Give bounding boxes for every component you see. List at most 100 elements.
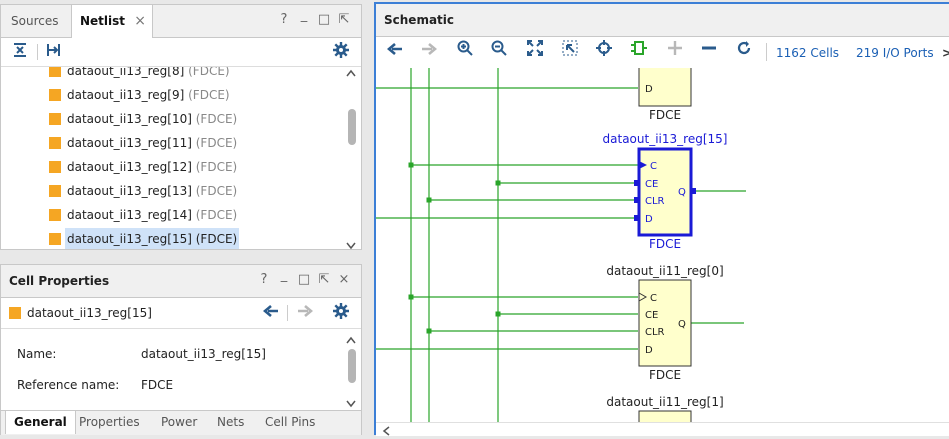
cell-name-label: dataout_ii11_reg[0] [606,264,723,278]
netlist-toolbar [1,38,361,67]
tree-row-type: (FDCE) [195,160,238,174]
minimize-icon[interactable]: _ [297,9,311,23]
tree-row-name: dataout_ii13_reg[8] [67,67,185,78]
forward-icon[interactable] [418,40,440,62]
float-icon[interactable]: ⇱ [337,13,351,27]
gear-icon[interactable] [331,42,351,62]
io-ports-link[interactable]: 219 I/O Ports [856,46,934,60]
netlist-tabbar: Sources Netlist × ? _ □ ⇱ [1,5,361,38]
tab-power[interactable]: Power [153,411,205,434]
tree-row-8[interactable]: dataout_ii13_reg[8] (FDCE) [1,67,345,82]
netlist-tree: dataout_ii13_reg[8] (FDCE) dataout_ii13_… [1,67,345,249]
minimize-icon[interactable]: _ [277,269,291,283]
fdce-cell-ii11-1: dataout_ii11_reg[1] [606,395,724,422]
tree-row-type: (FDCE) [188,88,230,102]
wire-junctions [408,162,501,334]
tree-row-10[interactable]: dataout_ii13_reg[10] (FDCE) [1,108,345,130]
back-icon[interactable] [384,40,406,62]
maximize-icon[interactable]: □ [317,13,331,27]
cell-properties-panel: Cell Properties ? _ □ ⇱ × dataout_ii13_r… [0,264,362,435]
cell-icon [49,209,61,221]
reference-name-value: FDCE [141,378,174,392]
properties-body: Name: dataout_ii13_reg[15] Reference nam… [1,329,345,409]
tree-row-name: dataout_ii13_reg[11] [67,136,192,150]
tree-row-type: (FDCE) [195,184,238,198]
wires [376,68,746,422]
tree-row-13[interactable]: dataout_ii13_reg[13] (FDCE) [1,180,345,202]
zoom-area-icon[interactable] [559,40,581,62]
zoom-fit-icon[interactable] [524,40,546,62]
add-icon[interactable] [664,40,686,62]
tree-row-14[interactable]: dataout_ii13_reg[14] (FDCE) [1,204,345,226]
netlist-scrollbar[interactable] [345,67,357,250]
scroll-left-icon[interactable] [382,425,390,439]
tree-row-type: (FDCE) [188,67,230,78]
cell-type-label: FDCE [649,237,681,251]
tree-row-9[interactable]: dataout_ii13_reg[9] (FDCE) [1,84,345,106]
name-label: Name: [17,347,57,361]
scroll-thumb[interactable] [348,109,356,145]
cell-icon [49,185,61,197]
tree-row-11[interactable]: dataout_ii13_reg[11] (FDCE) [1,132,345,154]
scroll-up-icon[interactable] [346,69,356,80]
cell-expand-icon[interactable] [628,40,650,62]
schematic-panel: Schematic 1162 Cells 219 I/O Ports > D F… [374,2,949,436]
properties-scrollbar[interactable] [345,329,357,409]
scroll-down-icon[interactable] [346,397,356,411]
pin-c-label: C [650,293,657,304]
pin-c-label: C [650,161,657,172]
schematic-svg: D FDCE dataout_ii13_reg[15] C CE CLR D Q… [376,68,746,422]
zoom-out-icon[interactable] [488,40,510,62]
cell-icon [49,233,61,245]
cell-name-label: dataout_ii13_reg[15] [603,132,728,146]
tree-row-15[interactable]: dataout_ii13_reg[15] (FDCE) [1,228,345,249]
remove-icon[interactable] [698,40,720,62]
netlist-panel: Sources Netlist × ? _ □ ⇱ dataout_ii13_r… [0,4,362,250]
gear-icon[interactable] [331,303,351,323]
scroll-thumb[interactable] [348,349,356,383]
tree-row-name: dataout_ii13_reg[12] [67,160,192,174]
pin-q-label: Q [678,319,686,330]
expand-all-icon[interactable] [43,42,63,62]
tab-general[interactable]: General [5,410,76,434]
tree-row-type: (FDCE) [195,112,238,126]
cells-count-link[interactable]: 1162 Cells [776,46,839,60]
selected-cell-name: dataout_ii13_reg[15] [27,306,152,320]
tab-netlist[interactable]: Netlist × [71,5,153,38]
properties-bottom-tabs: General Properties Power Nets Cell Pins [1,410,361,435]
close-icon[interactable]: × [337,273,351,287]
cell-icon [49,137,61,149]
cell-type-label: FDCE [649,368,681,382]
back-icon[interactable] [261,303,281,323]
maximize-icon[interactable]: □ [297,273,311,287]
scroll-up-icon[interactable] [346,333,356,347]
tab-properties[interactable]: Properties [71,411,148,434]
tree-row-12[interactable]: dataout_ii13_reg[12] (FDCE) [1,156,345,178]
tab-sources[interactable]: Sources [3,5,66,37]
help-icon[interactable]: ? [277,13,291,27]
cell-properties-toolbar: dataout_ii13_reg[15] [1,298,361,329]
pin-ce-label: CE [645,310,658,321]
close-tab-icon[interactable]: × [134,5,146,37]
toolbar-divider [37,44,38,60]
tab-nets[interactable]: Nets [209,411,252,434]
panel-title: Schematic [384,13,455,27]
refresh-icon[interactable] [733,40,755,62]
forward-icon[interactable] [295,303,315,323]
name-value: dataout_ii13_reg[15] [141,347,266,361]
crosshair-icon[interactable] [593,40,615,62]
pin-ce-label: CE [645,179,658,190]
tree-row-type: (FDCE) [195,136,238,150]
tree-row-name: dataout_ii13_reg[14] [67,208,192,222]
float-icon[interactable]: ⇱ [317,273,331,287]
pin-d-label: D [645,345,653,356]
schematic-canvas[interactable]: D FDCE dataout_ii13_reg[15] C CE CLR D Q… [376,68,949,422]
schematic-hscrollbar[interactable] [376,422,949,436]
zoom-in-icon[interactable] [454,40,476,62]
more-icon[interactable]: > [942,46,949,60]
tree-row-name: dataout_ii13_reg[10] [67,112,192,126]
tab-cell-pins[interactable]: Cell Pins [257,411,323,434]
collapse-all-icon[interactable] [10,42,30,62]
scroll-down-icon[interactable] [346,239,356,253]
help-icon[interactable]: ? [257,273,271,287]
